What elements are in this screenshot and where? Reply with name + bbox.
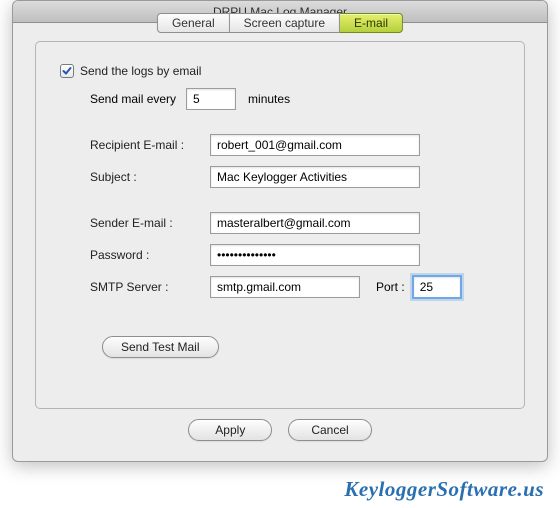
cancel-button[interactable]: Cancel [288, 419, 371, 441]
window: DRPU Mac Log Manager General Screen capt… [12, 0, 548, 462]
tab-general[interactable]: General [157, 13, 230, 33]
send-test-mail-button[interactable]: Send Test Mail [102, 336, 219, 358]
tabs: General Screen capture E-mail [157, 13, 403, 33]
send-logs-checkbox[interactable] [60, 64, 74, 78]
content-area: General Screen capture E-mail Send the l… [13, 23, 547, 449]
password-label: Password : [90, 248, 210, 262]
subject-label: Subject : [90, 170, 210, 184]
email-panel: Send the logs by email Send mail every m… [35, 41, 525, 409]
interval-row: Send mail every minutes [90, 88, 504, 110]
test-mail-row: Send Test Mail [102, 336, 504, 358]
subject-row: Subject : [90, 166, 504, 188]
watermark: KeyloggerSoftware.us [344, 477, 544, 502]
smtp-input[interactable] [210, 276, 360, 298]
port-label: Port : [376, 280, 405, 294]
sender-row: Sender E-mail : [90, 212, 504, 234]
interval-label: Send mail every [90, 92, 176, 106]
interval-input[interactable] [186, 88, 236, 110]
apply-button[interactable]: Apply [188, 419, 272, 441]
send-logs-label: Send the logs by email [80, 64, 201, 78]
sender-input[interactable] [210, 212, 420, 234]
port-input[interactable] [413, 276, 461, 298]
password-row: Password : [90, 244, 504, 266]
checkmark-icon [62, 66, 72, 76]
interval-unit: minutes [248, 92, 290, 106]
email-fields: Send mail every minutes Recipient E-mail… [90, 88, 504, 358]
smtp-row: SMTP Server : Port : [90, 276, 504, 298]
tab-screen-capture[interactable]: Screen capture [230, 13, 340, 33]
sender-label: Sender E-mail : [90, 216, 210, 230]
footer-buttons: Apply Cancel [35, 419, 525, 441]
smtp-label: SMTP Server : [90, 280, 210, 294]
recipient-input[interactable] [210, 134, 420, 156]
tab-email[interactable]: E-mail [340, 13, 403, 33]
send-logs-checkbox-row: Send the logs by email [60, 64, 504, 78]
recipient-label: Recipient E-mail : [90, 138, 210, 152]
subject-input[interactable] [210, 166, 420, 188]
password-input[interactable] [210, 244, 420, 266]
recipient-row: Recipient E-mail : [90, 134, 504, 156]
